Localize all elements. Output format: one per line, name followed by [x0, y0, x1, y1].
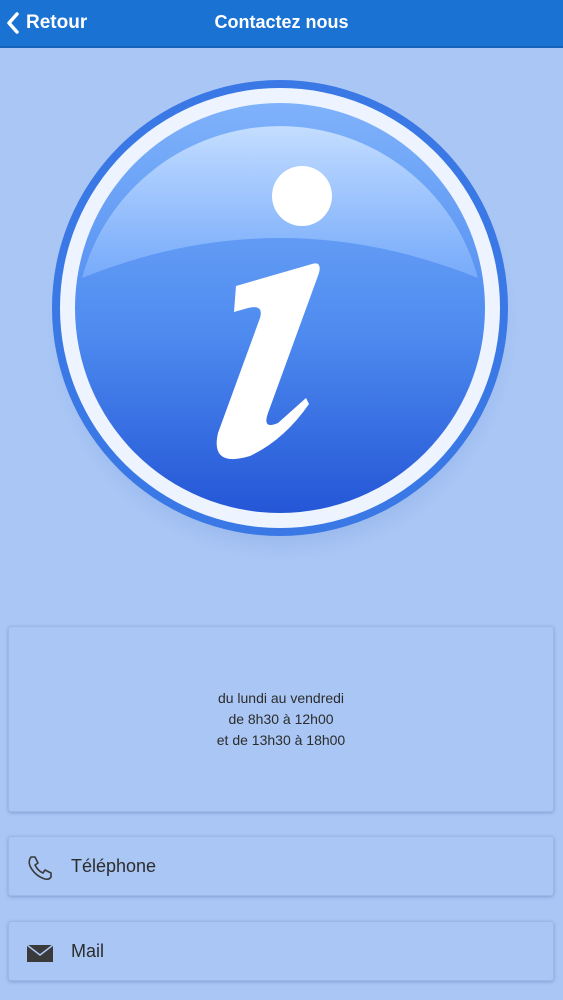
hours-line-2: de 8h30 à 12h00 — [228, 710, 334, 727]
hours-line-1: du lundi au vendredi — [217, 689, 345, 706]
phone-icon — [28, 856, 52, 881]
telephone-button[interactable]: Téléphone — [8, 836, 554, 896]
info-illustration — [40, 68, 520, 568]
mail-button[interactable]: Mail — [8, 921, 554, 981]
opening-hours-card: du lundi au vendredi de 8h30 à 12h00 et … — [8, 626, 554, 812]
hours-line-3: et de 13h30 à 18h00 — [216, 731, 346, 748]
page-title: Contactez nous — [214, 11, 349, 32]
header-bar: Retour Contactez nous — [0, 0, 563, 48]
mail-label: Mail — [71, 940, 105, 961]
telephone-label: Téléphone — [71, 855, 157, 876]
envelope-icon — [26, 944, 54, 962]
info-icon — [46, 80, 518, 561]
